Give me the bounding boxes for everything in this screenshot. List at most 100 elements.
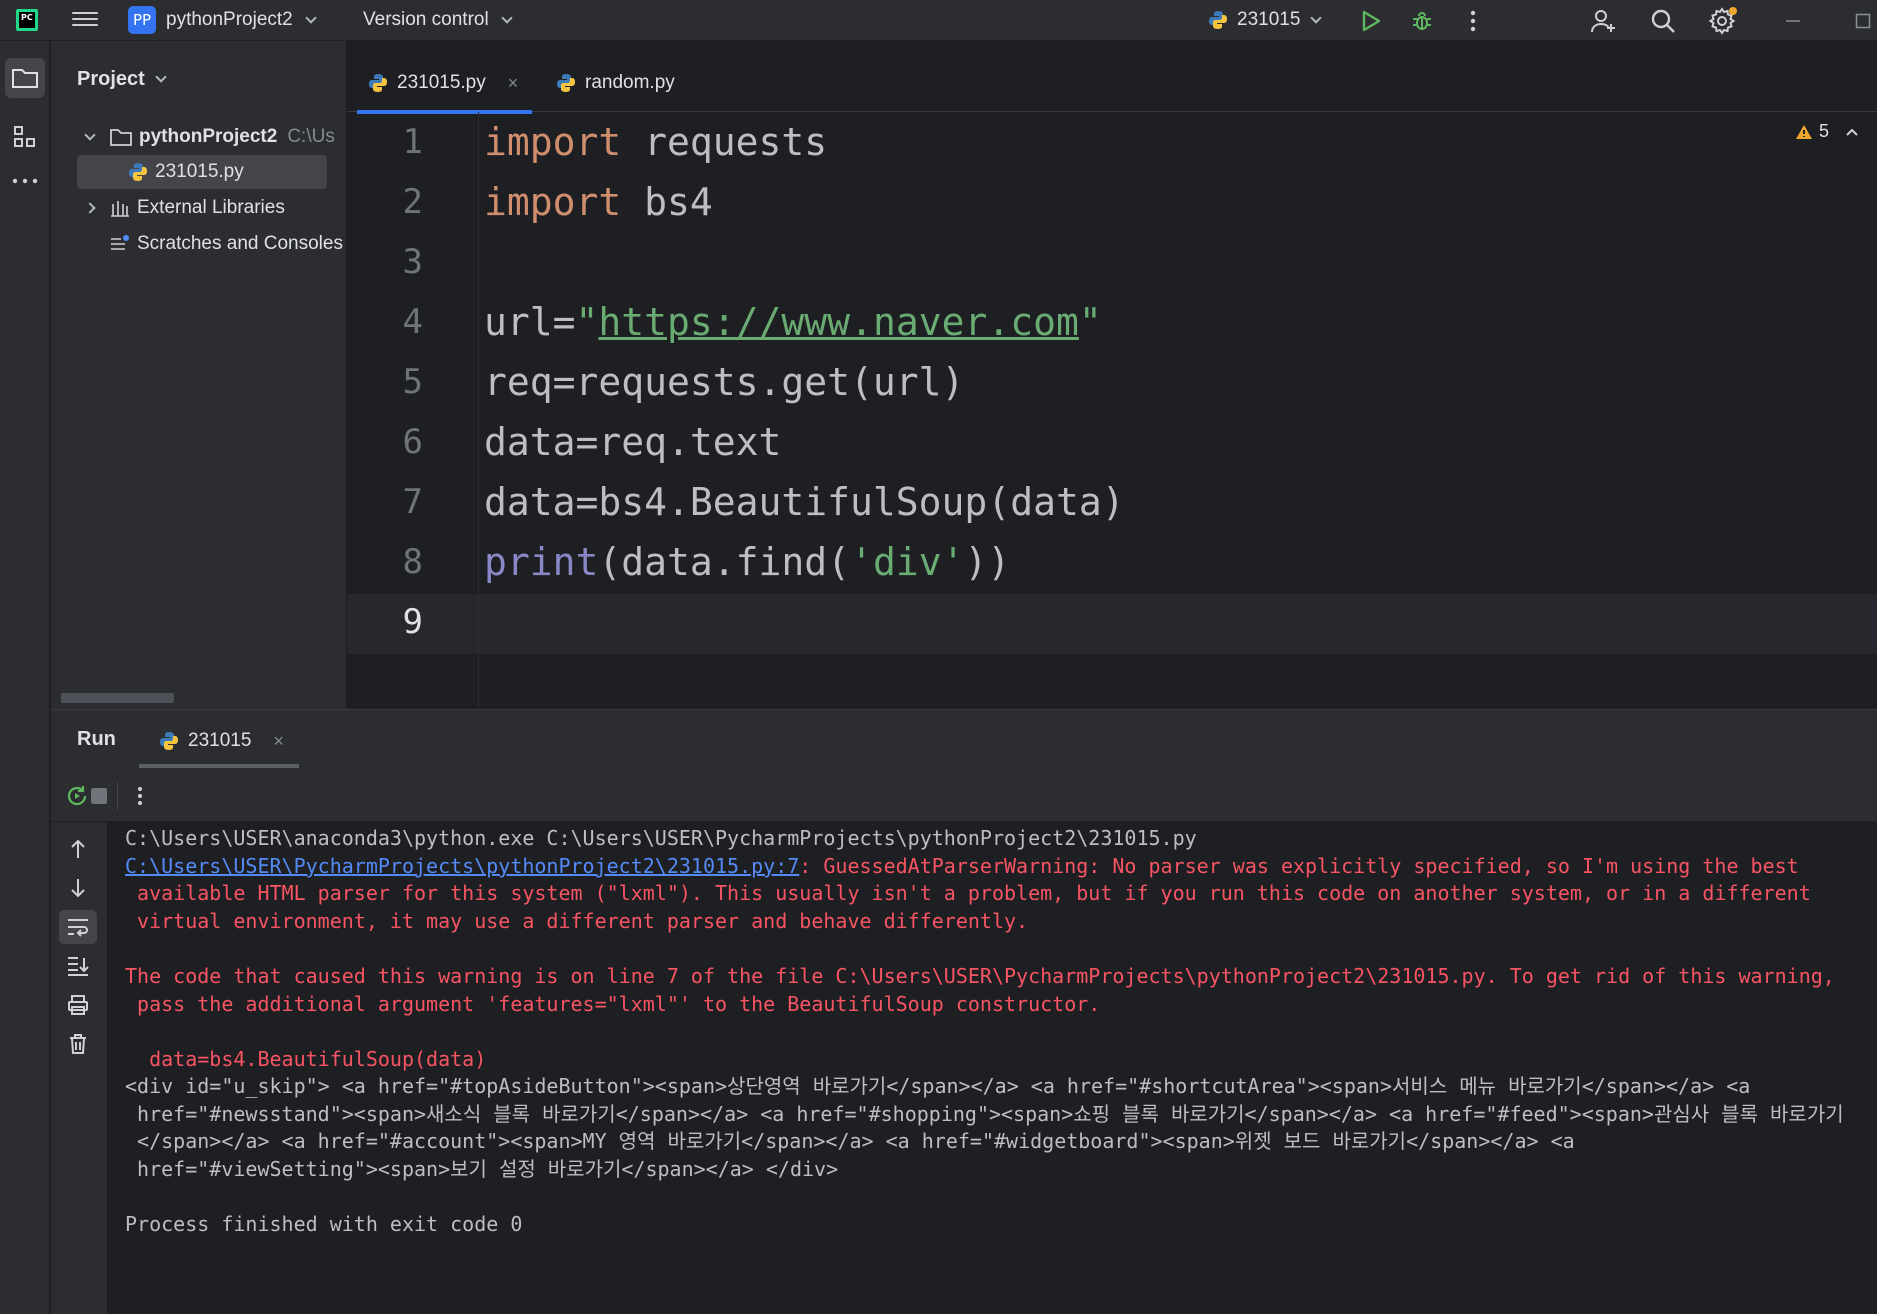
tree-item-scratches[interactable]: Scratches and Consoles	[79, 227, 346, 261]
chevron-up-icon[interactable]	[1845, 127, 1859, 137]
python-file-icon	[369, 74, 387, 92]
chevron-down-icon	[501, 11, 513, 24]
print-icon[interactable]	[59, 988, 97, 1022]
arrow-up-icon[interactable]	[59, 832, 97, 866]
project-panel-title: Project	[77, 68, 145, 90]
pycharm-logo-icon[interactable]: PC	[16, 9, 38, 31]
tool-window-strip	[0, 41, 50, 1314]
folder-icon	[12, 69, 38, 88]
current-line-highlight	[347, 594, 1877, 654]
settings-icon[interactable]	[1708, 6, 1738, 36]
debug-icon[interactable]	[1407, 6, 1437, 36]
run-config-selector[interactable]: 231015	[1207, 5, 1323, 35]
run-tab-231015[interactable]: 231015 ×	[158, 726, 284, 756]
tab-231015[interactable]: 231015.py ×	[356, 63, 533, 114]
line-number-gutter: 1 2 3 4 5 6 7 8 9	[347, 112, 479, 709]
tree-item-scratches-label: Scratches and Consoles	[137, 233, 343, 254]
close-icon[interactable]: ×	[273, 731, 284, 752]
python-file-icon	[1209, 11, 1227, 29]
code-line-5: req=requests.get(url)	[484, 360, 965, 404]
chevron-right-icon[interactable]	[79, 198, 101, 218]
version-control-menu[interactable]: Version control	[363, 5, 513, 35]
console-line-warning: virtual environment, it may use a differ…	[125, 909, 1029, 933]
run-panel-header: Run 231015 ×	[51, 710, 1877, 770]
structure-icon	[14, 126, 35, 147]
line-number: 7	[402, 482, 423, 522]
editor: 231015.py × random.py 5 1 2 3 4 5 6 7 8 …	[347, 41, 1877, 709]
chevron-down-icon	[305, 11, 317, 24]
python-file-icon	[160, 732, 178, 750]
console-line-output: </span></a> <a href="#account"><span>MY …	[125, 1129, 1575, 1153]
more-vertical-icon[interactable]	[1458, 6, 1488, 36]
line-number: 4	[402, 302, 423, 342]
run-tab-underline	[139, 764, 299, 768]
title-bar: PC PP pythonProject2 Version control 231…	[0, 0, 1877, 41]
line-number: 1	[402, 122, 423, 162]
tree-root[interactable]: pythonProject2 C:\Us	[79, 120, 346, 154]
run-toolbar	[51, 770, 1877, 822]
maximize-icon[interactable]	[1848, 6, 1877, 36]
console-line-exit: Process finished with exit code 0	[125, 1212, 523, 1236]
console-line-output: href="#viewSetting"><span>보기 설정 바로가기</sp…	[125, 1157, 839, 1181]
warnings-count: 5	[1818, 121, 1829, 141]
more-vertical-icon[interactable]	[126, 782, 154, 810]
warning-icon	[1795, 124, 1812, 139]
line-number: 6	[402, 422, 423, 462]
tree-item-external-libraries[interactable]: External Libraries	[79, 191, 346, 225]
line-number: 3	[402, 242, 423, 282]
code-line-4: url="https://www.naver.com"	[484, 300, 1102, 344]
code-line-8: print(data.find('div'))	[484, 540, 1011, 584]
project-panel-header[interactable]: Project	[77, 68, 167, 91]
run-config-name: 231015	[1237, 9, 1301, 30]
tree-item-external-label: External Libraries	[137, 197, 285, 218]
scratches-icon	[111, 235, 129, 250]
chevron-down-icon[interactable]	[79, 127, 101, 147]
code-line-6: data=req.text	[484, 420, 782, 464]
structure-tool-button[interactable]	[5, 117, 45, 157]
scroll-to-end-icon[interactable]	[59, 949, 97, 983]
chevron-down-icon	[155, 71, 167, 83]
run-panel: Run 231015 × C:\Users\USER\anaconda3\pyt…	[51, 709, 1877, 1314]
console-line-warning: C:\Users\USER\PycharmProjects\pythonProj…	[125, 854, 1799, 878]
library-icon	[111, 201, 129, 217]
tab-label: 231015.py	[397, 72, 486, 93]
run-tab-label: 231015	[188, 730, 252, 751]
trash-icon[interactable]	[59, 1027, 97, 1061]
project-tool-button[interactable]	[5, 58, 45, 98]
more-horizontal-icon	[12, 178, 38, 184]
console-line-warning: data=bs4.BeautifulSoup(data)	[125, 1047, 487, 1071]
tree-item-file[interactable]: 231015.py	[77, 155, 327, 189]
chevron-down-icon	[1310, 11, 1323, 24]
minimize-icon[interactable]	[1778, 6, 1808, 36]
line-number: 9	[402, 602, 423, 642]
folder-icon	[110, 129, 132, 146]
console-output[interactable]: C:\Users\USER\anaconda3\python.exe C:\Us…	[121, 824, 1871, 1314]
run-panel-title: Run	[77, 728, 116, 750]
traceback-link[interactable]: C:\Users\USER\PycharmProjects\pythonProj…	[125, 854, 799, 878]
hamburger-menu-icon[interactable]	[72, 8, 98, 32]
close-icon[interactable]: ×	[508, 73, 519, 94]
search-icon[interactable]	[1648, 6, 1678, 36]
run-icon[interactable]	[1356, 6, 1386, 36]
project-panel: Project pythonProject2 C:\Us 231015.py E…	[51, 41, 346, 709]
tab-label: random.py	[585, 72, 675, 93]
tab-random[interactable]: random.py	[555, 63, 675, 103]
project-name: pythonProject2	[166, 9, 293, 30]
stop-icon[interactable]	[85, 782, 113, 810]
inspection-widget[interactable]: 5	[1795, 121, 1859, 142]
code-line-7: data=bs4.BeautifulSoup(data)	[484, 480, 1125, 524]
add-user-icon[interactable]	[1589, 6, 1619, 36]
console-line-warning: pass the additional argument 'features="…	[125, 992, 1101, 1016]
project-switcher[interactable]: PP pythonProject2	[128, 5, 317, 35]
horizontal-scrollbar[interactable]	[61, 693, 174, 703]
tree-root-path: C:\Us	[287, 126, 335, 147]
console-line-output: <div id="u_skip"> <a href="#topAsideButt…	[125, 1074, 1751, 1098]
python-file-icon	[129, 163, 147, 181]
line-number: 5	[402, 362, 423, 402]
toolbar-divider	[117, 782, 118, 810]
line-number: 2	[402, 182, 423, 222]
arrow-down-icon[interactable]	[59, 871, 97, 905]
more-tools-button[interactable]	[5, 161, 45, 201]
soft-wrap-icon[interactable]	[59, 910, 97, 944]
line-number: 8	[402, 542, 423, 582]
